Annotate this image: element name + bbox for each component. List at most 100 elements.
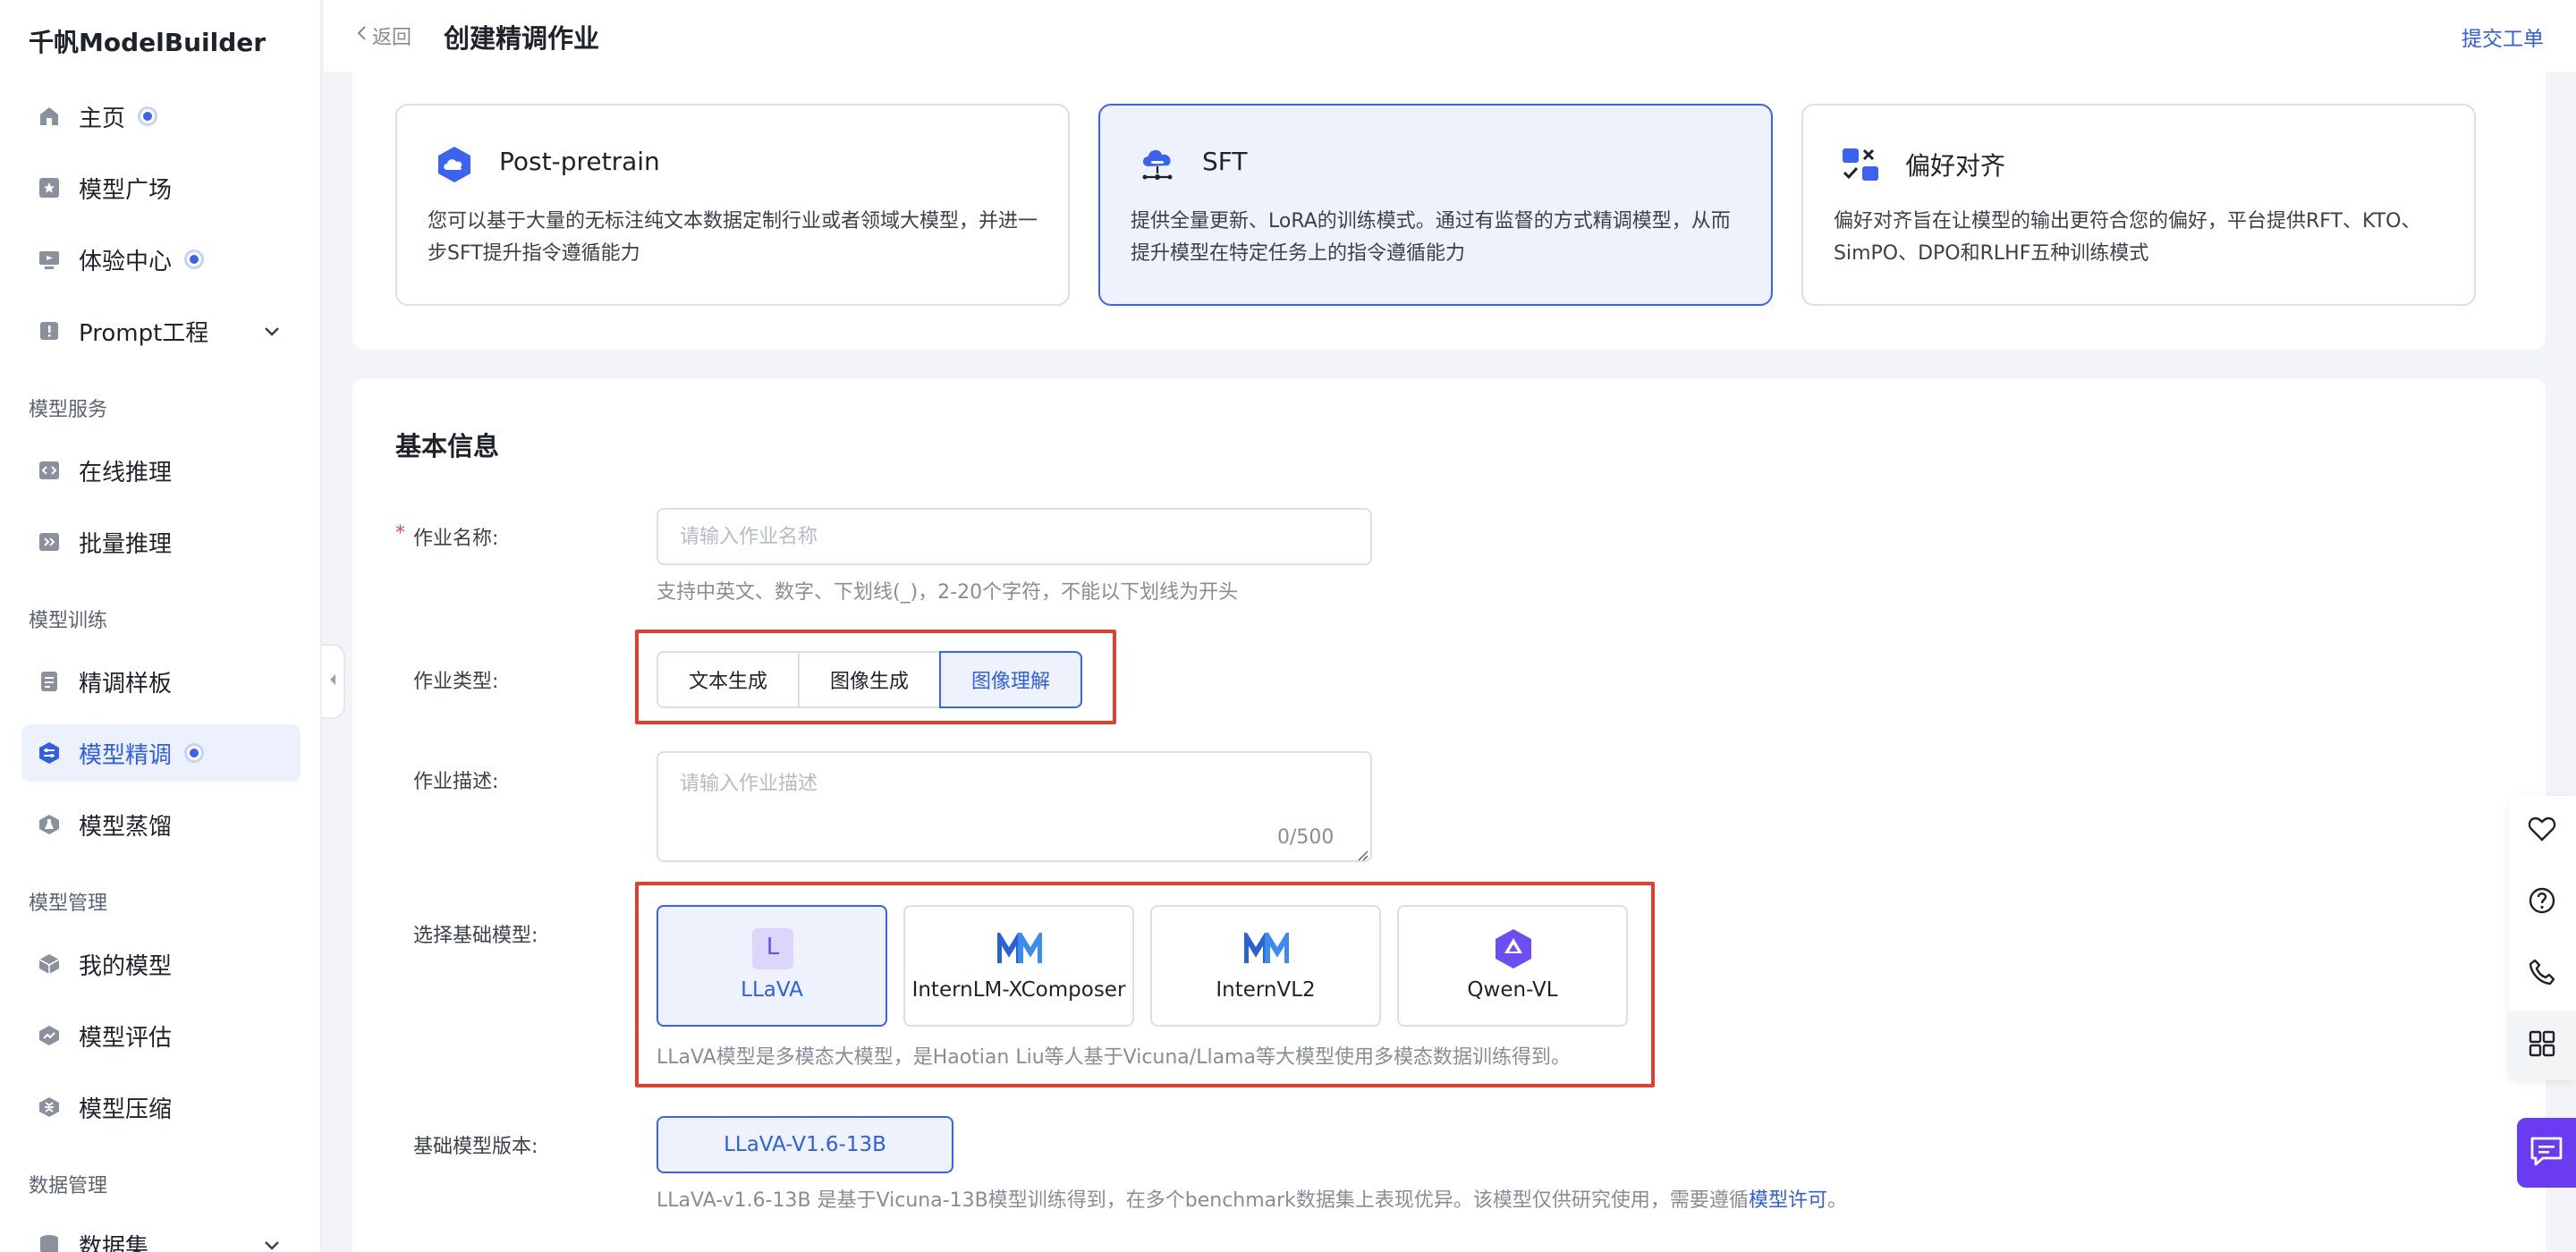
job-type-option-image-understanding[interactable]: 图像理解 <box>939 651 1082 708</box>
sidebar-item-model-evaluation[interactable]: 模型评估 <box>21 1007 301 1064</box>
apps-button[interactable] <box>2508 1011 2576 1080</box>
model-option-llava[interactable]: L LLaVA <box>657 905 887 1027</box>
sidebar-item-home[interactable]: 主页 <box>21 88 301 145</box>
resize-grip-icon[interactable] <box>1358 848 1368 865</box>
sidebar-item-model-tuning[interactable]: 模型精调 <box>21 724 301 782</box>
home-icon <box>36 103 63 130</box>
qwen-logo-icon <box>1491 926 1536 971</box>
type-card-preference-alignment[interactable]: 偏好对齐 偏好对齐旨在让模型的输出更符合您的偏好，平台提供RFT、KTO、Sim… <box>1801 104 2476 306</box>
model-option-internvl2[interactable]: InternVL2 <box>1150 905 1381 1027</box>
sidebar-item-label: 精调样板 <box>79 670 173 698</box>
sidebar-section-data-management: 数据管理 <box>29 1175 108 1197</box>
contact-button[interactable] <box>2508 939 2576 1009</box>
job-type-option-image-generation[interactable]: 图像生成 <box>798 651 941 708</box>
sidebar-item-label: 数据集 <box>79 1233 149 1252</box>
hint-suffix: 。 <box>1826 1189 1847 1212</box>
type-card-post-pretrain[interactable]: Post-pretrain 您可以基于大量的无标注纯文本数据定制行业或者领域大模… <box>395 104 1070 306</box>
sliders-hexagon-icon <box>36 740 63 766</box>
trend-chart-icon <box>36 1022 63 1049</box>
base-version-label: 基础模型版本: <box>413 1136 538 1158</box>
new-badge-dot <box>184 250 205 269</box>
job-desc-textarea[interactable] <box>657 751 1372 862</box>
model-option-internlm-xcomposer[interactable]: InternLM-XComposer <box>903 905 1134 1027</box>
job-type-option-text-generation[interactable]: 文本生成 <box>657 651 800 708</box>
sidebar-item-label: 模型广场 <box>79 176 173 204</box>
sidebar-item-label: Prompt工程 <box>79 319 209 347</box>
sidebar-item-label: 模型蒸馏 <box>79 813 173 841</box>
new-badge-dot <box>138 106 158 126</box>
chevron-down-icon[interactable] <box>261 1234 283 1252</box>
star-square-icon <box>36 174 63 201</box>
sidebar-item-model-square[interactable]: 模型广场 <box>21 159 301 216</box>
chevron-left-icon <box>356 24 367 47</box>
type-card-sft[interactable]: SFT 提供全量更新、LoRA的训练模式。通过有监督的方式精调模型，从而提升模型… <box>1098 104 1773 306</box>
sidebar-collapse-handle[interactable] <box>322 644 345 719</box>
job-name-hint: 支持中英文、数字、下划线(_)，2-20个字符，不能以下划线为开头 <box>657 581 1239 604</box>
sidebar-item-label: 体验中心 <box>79 248 173 275</box>
code-window-icon <box>36 457 63 484</box>
batch-window-icon <box>36 529 63 555</box>
sidebar-item-label: 模型精调 <box>79 741 173 769</box>
sidebar-item-label: 批量推理 <box>79 530 173 558</box>
internvl-logo-icon <box>1244 926 1289 971</box>
check-cross-icon <box>1839 143 1882 186</box>
training-type-panel: Post-pretrain 您可以基于大量的无标注纯文本数据定制行业或者领域大模… <box>352 72 2546 349</box>
chevron-left-icon <box>327 673 338 690</box>
chat-bubble-icon <box>2529 1135 2564 1171</box>
document-icon <box>36 668 63 695</box>
base-model-label: 选择基础模型: <box>413 925 538 947</box>
llava-letter-icon: L <box>750 926 795 971</box>
sidebar-item-label: 在线推理 <box>79 459 173 486</box>
page-title: 创建精调作业 <box>444 23 600 54</box>
floating-toolbar <box>2508 796 2576 1080</box>
hint-text: LLaVA-v1.6-13B 是基于Vicuna-13B模型训练得到，在多个be… <box>657 1189 1749 1212</box>
job-desc-label: 作业描述: <box>413 771 499 793</box>
model-license-link[interactable]: 模型许可 <box>1749 1189 1827 1212</box>
compress-icon <box>36 1094 63 1121</box>
required-mark: * <box>395 522 405 545</box>
back-label: 返回 <box>372 27 412 49</box>
sidebar-item-model-compression[interactable]: 模型压缩 <box>21 1079 301 1136</box>
apps-grid-icon <box>2528 1029 2556 1062</box>
sidebar-item-label: 我的模型 <box>79 952 173 980</box>
sidebar-item-model-distillation[interactable]: 模型蒸馏 <box>21 796 301 853</box>
sidebar-item-online-inference[interactable]: 在线推理 <box>21 442 301 499</box>
model-option-qwen-vl[interactable]: Qwen-VL <box>1397 905 1628 1027</box>
sidebar-item-experience-center[interactable]: 体验中心 <box>21 231 301 288</box>
cloud-network-icon <box>1136 143 1179 186</box>
sidebar-item-tuning-template[interactable]: 精调样板 <box>21 653 301 710</box>
sidebar: 千帆ModelBuilder 主页 模型广场 体验中心 Prompt工程 模型服… <box>0 0 322 1252</box>
type-card-title: Post-pretrain <box>499 147 660 176</box>
sidebar-section-model-service: 模型服务 <box>29 399 108 421</box>
app-logo: 千帆ModelBuilder <box>29 28 267 57</box>
monitor-icon <box>36 246 63 273</box>
base-version-hint: LLaVA-v1.6-13B 是基于Vicuna-13B模型训练得到，在多个be… <box>657 1184 1847 1213</box>
model-option-name: InternVL2 <box>1216 978 1316 1002</box>
back-button[interactable]: 返回 <box>356 21 411 50</box>
sidebar-item-my-models[interactable]: 我的模型 <box>21 935 301 993</box>
sidebar-item-datasets[interactable]: 数据集 <box>21 1216 301 1252</box>
job-name-label: 作业名称: <box>413 528 499 550</box>
sidebar-item-prompt-engineering[interactable]: Prompt工程 <box>21 302 301 360</box>
sidebar-item-batch-inference[interactable]: 批量推理 <box>21 513 301 571</box>
sidebar-section-model-management: 模型管理 <box>29 892 108 915</box>
chat-assistant-button[interactable] <box>2517 1118 2576 1188</box>
phone-icon <box>2528 958 2556 990</box>
submit-ticket-link[interactable]: 提交工单 <box>2462 21 2544 52</box>
job-name-input[interactable] <box>657 508 1372 565</box>
heart-icon <box>2528 816 2556 846</box>
basic-info-panel: 基本信息 * 作业名称: 支持中英文、数字、下划线(_)，2-20个字符，不能以… <box>352 379 2546 1252</box>
sidebar-item-label: 模型压缩 <box>79 1096 173 1123</box>
favorite-button[interactable] <box>2508 796 2576 866</box>
chevron-down-icon[interactable] <box>261 320 283 345</box>
help-button[interactable] <box>2508 867 2576 937</box>
cube-icon <box>36 951 63 977</box>
type-card-title: 偏好对齐 <box>1905 151 2006 181</box>
type-card-description: 您可以基于大量的无标注纯文本数据定制行业或者领域大模型，并进一步SFT提升指令遵… <box>428 210 1038 265</box>
base-version-selector[interactable]: LLaVA-V1.6-13B <box>657 1116 953 1173</box>
type-card-title: SFT <box>1202 147 1248 176</box>
flask-icon <box>36 811 63 838</box>
base-model-hint: LLaVA模型是多模态大模型，是Haotian Liu等人基于Vicuna/Ll… <box>657 1046 1571 1069</box>
help-circle-icon <box>2528 886 2556 918</box>
cloud-hexagon-icon <box>433 143 476 186</box>
